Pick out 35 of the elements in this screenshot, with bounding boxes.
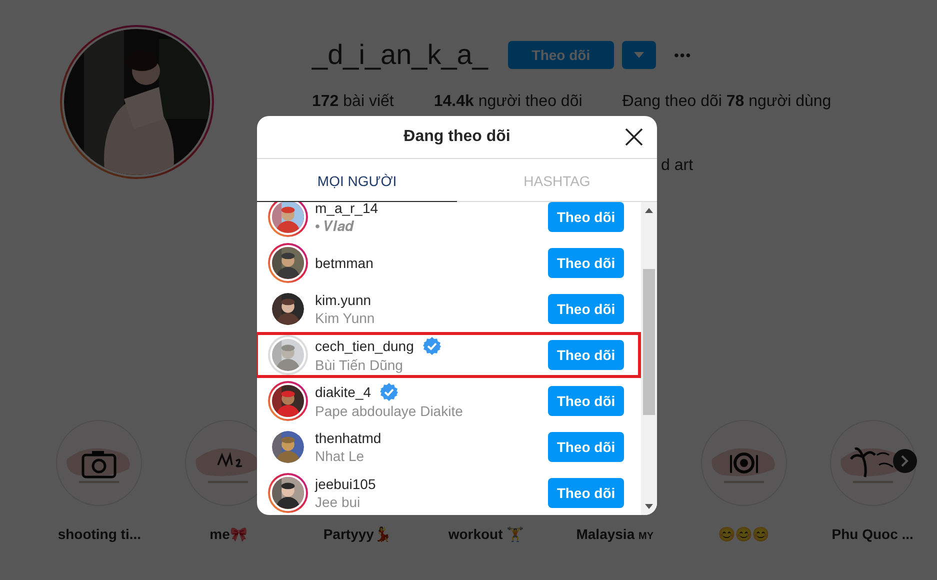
username-link[interactable]: jeebui105 xyxy=(315,476,376,492)
username-link[interactable]: diakite_4 xyxy=(315,384,372,400)
profile-stat[interactable]: Đang theo dõi 78 người dùng xyxy=(622,93,832,111)
highlight-label[interactable]: Phu Quoc ... xyxy=(832,526,914,542)
highlight-label[interactable]: shooting ti... xyxy=(58,526,142,542)
dialog-title: Đang theo dõi xyxy=(404,128,510,146)
profile-username: _d_i_an_k_a_ xyxy=(312,39,488,71)
username-link[interactable]: thenhatmd xyxy=(315,430,382,446)
username-link[interactable]: kim.yunn xyxy=(315,292,372,308)
tab[interactable]: MỌI NGƯỜI xyxy=(257,159,457,202)
full-name: Kim Yunn xyxy=(315,310,376,326)
profile-stat[interactable]: 172 bài viết xyxy=(312,93,394,111)
bio-text: d art xyxy=(661,157,694,175)
username-link[interactable]: cech_tien_dung xyxy=(315,338,414,354)
full-name: Bùi Tiến Dũng xyxy=(315,357,404,373)
follow-button[interactable]: Theo dõi xyxy=(548,478,624,508)
follow-button[interactable]: Theo dõi xyxy=(548,432,624,462)
full-name: Pape abdoulaye Diakite xyxy=(315,403,464,419)
full-name: Jee bui xyxy=(315,494,362,510)
highlight-label[interactable]: Partyyy💃 xyxy=(323,526,391,542)
full-name: Nhat Le xyxy=(315,448,366,464)
follow-button[interactable]: Theo dõi xyxy=(548,386,624,416)
full-name: • 𝑽𝒍𝒂𝒅 xyxy=(315,218,355,234)
highlight-label[interactable]: Malaysia MY xyxy=(576,526,654,542)
follow-button[interactable]: Theo dõi xyxy=(508,41,614,69)
more-options-button[interactable]: ••• xyxy=(674,47,692,63)
follow-button[interactable]: Theo dõi xyxy=(548,202,624,232)
username-link[interactable]: betmman xyxy=(315,255,374,271)
follow-button[interactable]: Theo dõi xyxy=(548,294,624,324)
follow-button[interactable]: Theo dõi xyxy=(548,340,624,370)
follow-button[interactable]: Theo dõi xyxy=(548,248,624,278)
highlight-label[interactable]: workout 🏋 xyxy=(448,526,524,542)
highlight-label[interactable]: me🎀 xyxy=(210,526,247,542)
profile-stat[interactable]: 14.4k người theo dõi xyxy=(434,93,582,111)
username-link[interactable]: m_a_r_14 xyxy=(315,202,378,216)
